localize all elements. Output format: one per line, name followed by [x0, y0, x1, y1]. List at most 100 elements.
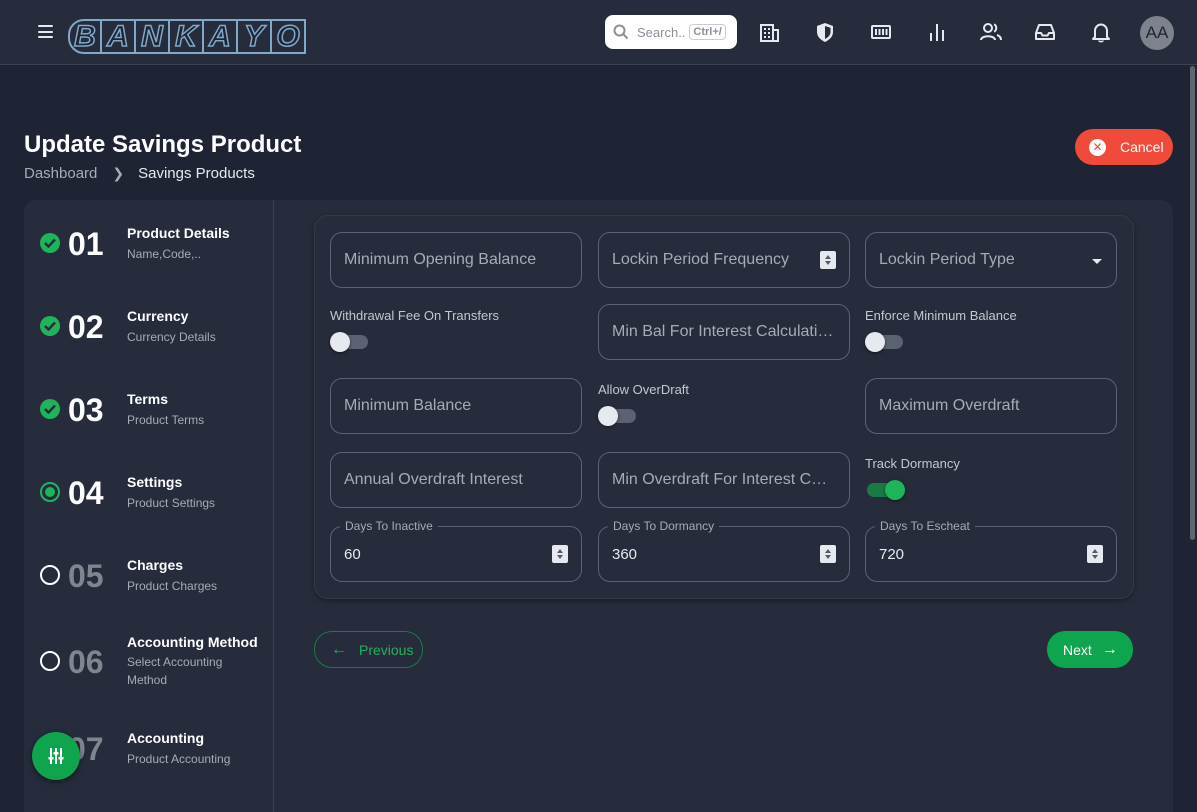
step-number: 05 — [68, 558, 104, 594]
page-scrollbar[interactable] — [1190, 66, 1195, 540]
users-icon[interactable] — [979, 20, 1003, 44]
step-number: 01 — [68, 226, 104, 262]
circle-outline-icon — [40, 565, 60, 585]
stepper: 01 Product Details Name,Code,.. 02 Curre… — [24, 200, 274, 812]
step-subtitle: Product Accounting — [127, 752, 231, 766]
toggle-label: Enforce Minimum Balance — [865, 308, 1017, 323]
track-dormancy-toggle-group: Track Dormancy — [865, 452, 1117, 508]
main-card: 01 Product Details Name,Code,.. 02 Curre… — [24, 200, 1173, 812]
check-circle-icon — [40, 233, 60, 253]
step-title: Currency — [127, 308, 189, 324]
field-placeholder: Minimum Opening Balance — [344, 251, 537, 268]
settings-fab[interactable] — [32, 732, 80, 780]
close-circle-icon: ✕ — [1089, 138, 1106, 156]
annual-overdraft-interest-input[interactable]: Annual Overdraft Interest — [330, 452, 582, 508]
withdrawal-fee-switch[interactable] — [330, 332, 368, 352]
cancel-button[interactable]: ✕ Cancel — [1075, 129, 1173, 165]
step-subtitle: Name,Code,.. — [127, 247, 202, 261]
previous-button[interactable]: ← Previous — [314, 631, 423, 668]
minimum-balance-input[interactable]: Minimum Balance — [330, 378, 582, 434]
toggle-label: Withdrawal Fee On Transfers — [330, 308, 500, 323]
min-opening-balance-input[interactable]: Minimum Opening Balance — [330, 232, 582, 288]
field-label: Days To Inactive — [340, 519, 438, 533]
next-button[interactable]: Next → — [1047, 631, 1133, 668]
withdrawal-fee-toggle-group: Withdrawal Fee On Transfers — [330, 304, 582, 360]
min-bal-interest-calc-input[interactable]: Min Bal For Interest Calculation — [598, 304, 850, 360]
top-bar: BANKAYO Search.. Ctrl+/ AA — [0, 0, 1197, 65]
maximum-overdraft-input[interactable]: Maximum Overdraft — [865, 378, 1117, 434]
step-accounting-method[interactable]: 06 Accounting Method Select Accounting M… — [24, 634, 274, 694]
step-number: 04 — [68, 475, 104, 511]
min-overdraft-interest-calc-input[interactable]: Min Overdraft For Interest Calculation — [598, 452, 850, 508]
search-placeholder: Search.. — [637, 24, 686, 40]
number-spinner-icon[interactable] — [820, 251, 836, 269]
step-subtitle: Product Charges — [127, 579, 218, 593]
search-shortcut: Ctrl+/ — [689, 24, 726, 40]
arrow-right-icon: → — [1101, 640, 1118, 658]
bar-chart-icon[interactable] — [925, 20, 949, 44]
settings-form: Minimum Opening Balance Lockin Period Fr… — [314, 215, 1134, 599]
step-terms[interactable]: 03 Terms Product Terms — [24, 385, 274, 445]
check-circle-icon — [40, 399, 60, 419]
enforce-min-balance-toggle-group: Enforce Minimum Balance — [865, 304, 1117, 360]
step-currency[interactable]: 02 Currency Currency Details — [24, 302, 274, 362]
track-dormancy-switch[interactable] — [867, 480, 905, 500]
bell-icon[interactable] — [1089, 20, 1113, 44]
check-circle-icon — [40, 316, 60, 336]
sliders-icon — [48, 748, 64, 764]
days-to-inactive-input[interactable]: Days To Inactive 60 — [330, 519, 582, 582]
step-title: Charges — [127, 557, 184, 573]
dropdown-arrow-icon — [1092, 259, 1102, 264]
step-title: Product Details — [127, 225, 230, 241]
building-icon[interactable] — [757, 20, 781, 44]
days-to-escheat-input[interactable]: Days To Escheat 720 — [865, 519, 1117, 582]
number-spinner-icon[interactable] — [1087, 545, 1103, 563]
bankayo-logo[interactable]: BANKAYO — [68, 19, 313, 54]
step-title: Accounting — [127, 730, 204, 746]
step-number: 02 — [68, 309, 104, 345]
allow-overdraft-toggle-group: Allow OverDraft — [598, 378, 850, 434]
step-charges[interactable]: 05 Charges Product Charges — [24, 551, 274, 611]
next-label: Next — [1063, 641, 1092, 658]
circle-outline-icon — [40, 651, 60, 671]
field-value: 60 — [344, 546, 361, 563]
inbox-icon[interactable] — [1033, 20, 1057, 44]
allow-overdraft-switch[interactable] — [598, 406, 636, 426]
step-title: Settings — [127, 474, 183, 490]
search-icon — [613, 24, 629, 40]
field-placeholder: Minimum Balance — [344, 397, 472, 414]
cancel-label: Cancel — [1120, 139, 1164, 155]
number-spinner-icon[interactable] — [820, 545, 836, 563]
field-label: Days To Dormancy — [608, 519, 720, 533]
shield-icon[interactable] — [813, 20, 837, 44]
days-to-dormancy-input[interactable]: Days To Dormancy 360 — [598, 519, 850, 582]
field-placeholder: Min Bal For Interest Calculation — [612, 323, 834, 340]
previous-label: Previous — [359, 641, 414, 658]
lockin-period-type-select[interactable]: Lockin Period Type — [865, 232, 1117, 288]
radio-current-icon — [40, 482, 60, 502]
field-placeholder: Lockin Period Frequency — [612, 251, 789, 268]
field-placeholder: Lockin Period Type — [879, 251, 1015, 268]
field-placeholder: Min Overdraft For Interest Calculation — [612, 471, 834, 488]
breadcrumb-savings-products[interactable]: Savings Products — [138, 165, 255, 182]
enforce-min-balance-switch[interactable] — [865, 332, 903, 352]
number-spinner-icon[interactable] — [552, 545, 568, 563]
step-settings[interactable]: 04 Settings Product Settings — [24, 468, 274, 528]
arrow-left-icon: ← — [331, 640, 347, 658]
step-subtitle: Currency Details — [127, 330, 216, 344]
avatar[interactable]: AA — [1140, 16, 1174, 50]
menu-icon[interactable] — [38, 25, 53, 38]
page-title: Update Savings Product — [24, 131, 302, 158]
step-subtitle: Select Accounting Method — [127, 655, 223, 687]
step-product-details[interactable]: 01 Product Details Name,Code,.. — [24, 219, 274, 279]
toggle-label: Track Dormancy — [865, 456, 960, 471]
step-title: Terms — [127, 391, 168, 407]
search-box[interactable]: Search.. Ctrl+/ — [605, 15, 737, 49]
step-number: 06 — [68, 644, 104, 680]
toggle-label: Allow OverDraft — [598, 382, 690, 397]
vault-icon[interactable] — [869, 20, 893, 44]
step-subtitle: Product Terms — [127, 413, 205, 427]
field-value: 720 — [879, 546, 905, 563]
breadcrumb-dashboard[interactable]: Dashboard — [24, 165, 97, 182]
lockin-period-frequency-input[interactable]: Lockin Period Frequency — [598, 232, 850, 288]
